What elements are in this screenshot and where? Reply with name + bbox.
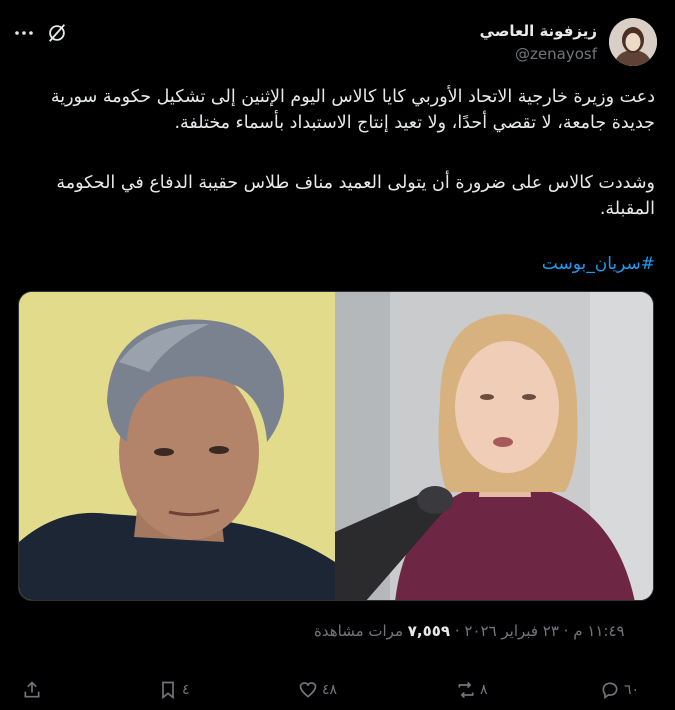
- bookmark-count: ٤: [182, 682, 190, 698]
- share-icon: [24, 681, 40, 698]
- reply-count: ٦٠: [624, 682, 640, 698]
- repost-count: ٨: [480, 682, 488, 698]
- tweet-text-paragraph-2: وشددت كالاس على ضرورة أن يتولى العميد من…: [56, 173, 655, 219]
- grok-icon[interactable]: [46, 22, 68, 44]
- like-button[interactable]: ٤٨: [298, 674, 337, 706]
- tweet-media[interactable]: [18, 291, 654, 601]
- author-name[interactable]: زيزفونة العاصي: [480, 22, 597, 40]
- tweet-time[interactable]: ١١:٤٩ م: [573, 622, 624, 640]
- view-count: ٧,٥٥٩: [407, 622, 451, 640]
- view-count-label: مرات مشاهدة: [314, 622, 408, 640]
- heart-icon: [299, 682, 317, 698]
- reply-icon: [602, 682, 618, 700]
- share-button[interactable]: [22, 674, 42, 706]
- author-handle[interactable]: @zenayosf: [515, 45, 597, 63]
- more-icon[interactable]: [14, 22, 34, 44]
- tweet: زيزفونة العاصي @zenayosf دعت وزيرة خارجي…: [0, 0, 675, 710]
- hashtag-link[interactable]: #سريان_بوست: [542, 254, 655, 274]
- tweet-date[interactable]: ٢٣ فبراير ٢٠٢٦: [464, 622, 559, 640]
- repost-button[interactable]: ٨: [456, 674, 488, 706]
- tweet-text-paragraph-1: دعت وزيرة خارجية الاتحاد الأوربي كايا كا…: [50, 87, 655, 133]
- photo-man: [19, 292, 335, 600]
- repost-icon: [458, 681, 474, 699]
- tweet-meta: ١١:٤٩ م · ٢٣ فبراير ٢٠٢٦ · ٧,٥٥٩ مرات مش…: [314, 622, 625, 640]
- like-count: ٤٨: [322, 682, 338, 698]
- photo-woman: [335, 292, 653, 600]
- reply-button[interactable]: ٦٠: [600, 674, 639, 706]
- meta-separator: ·: [450, 622, 465, 640]
- bookmark-icon: [162, 681, 174, 700]
- meta-separator: ·: [558, 622, 574, 640]
- bookmark-button[interactable]: ٤: [158, 674, 190, 706]
- action-bar: ٤ ٤٨ ٨ ٦٠: [0, 674, 675, 706]
- avatar[interactable]: [609, 18, 657, 66]
